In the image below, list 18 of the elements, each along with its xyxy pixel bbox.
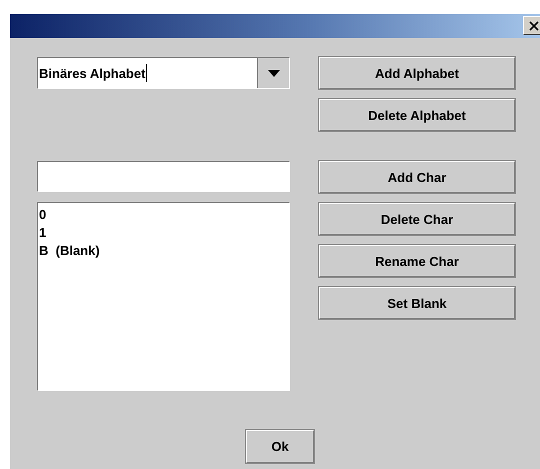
- char-button[interactable]: Set Blank: [319, 287, 515, 319]
- alphabet-button[interactable]: Add Alphabet: [319, 57, 515, 89]
- char-button[interactable]: Rename Char: [319, 245, 515, 277]
- combo-value: Binäres Alphabet: [38, 63, 148, 84]
- char-button[interactable]: Add Char: [319, 161, 515, 193]
- list-item[interactable]: 1: [38, 224, 48, 242]
- list-item[interactable]: 0: [38, 206, 48, 224]
- close-icon: [529, 20, 539, 30]
- caret-icon: [268, 70, 280, 76]
- alphabet-button[interactable]: Delete Alphabet: [319, 99, 515, 131]
- close-button[interactable]: [523, 16, 540, 35]
- char-button[interactable]: Delete Char: [319, 203, 515, 235]
- alphabet-combo[interactable]: Binäres Alphabet: [37, 57, 290, 89]
- char-list[interactable]: 0 1 B (Blank): [37, 202, 290, 391]
- char-input-field[interactable]: [37, 161, 290, 192]
- ok-button[interactable]: Ok: [246, 430, 314, 463]
- dropdown-button[interactable]: [257, 58, 289, 88]
- list-item[interactable]: B (Blank): [38, 242, 101, 260]
